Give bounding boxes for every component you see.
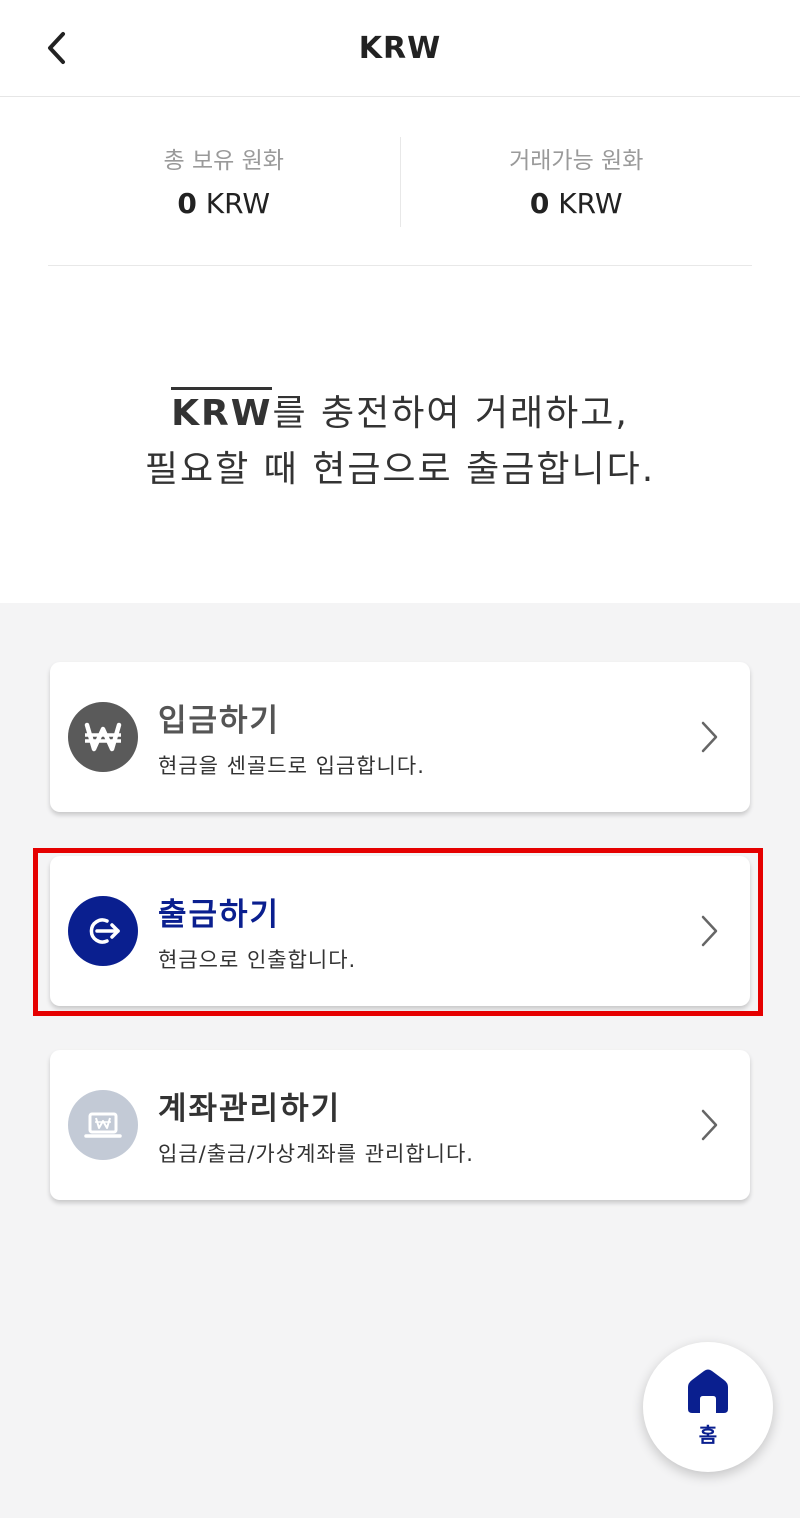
home-button[interactable]: 홈 [643, 1342, 773, 1472]
withdraw-text: 출금하기 현금으로 인출합니다. [158, 889, 356, 974]
balance-summary: 총 보유 원화 0 KRW 거래가능 원화 0 KRW [48, 137, 752, 227]
chevron-left-icon [48, 32, 65, 64]
withdraw-title: 출금하기 [158, 896, 281, 933]
tradable-balance: 거래가능 원화 0 KRW [401, 137, 753, 227]
deposit-icon-circle [68, 702, 138, 772]
chevron-right-icon [701, 915, 718, 947]
account-manage-subtitle: 입금/출금/가상계좌를 관리합니다. [158, 1141, 474, 1166]
total-balance-value: 0 KRW [48, 187, 400, 220]
app-header: KRW [0, 0, 800, 97]
chevron-right-icon [701, 1109, 718, 1141]
won-icon [84, 722, 122, 752]
withdraw-icon-circle [68, 896, 138, 966]
total-balance-label: 총 보유 원화 [163, 148, 284, 174]
home-label: 홈 [698, 1422, 718, 1447]
intro-message: KRW를 충전하여 거래하고, 필요할 때 현금으로 출금합니다. [0, 386, 800, 498]
section-divider [48, 265, 752, 266]
tradable-balance-unit: KRW [558, 187, 623, 220]
total-balance: 총 보유 원화 0 KRW [48, 137, 400, 227]
chevron-right-icon [701, 721, 718, 753]
deposit-card[interactable]: 입금하기 현금을 센골드로 입금합니다. [50, 662, 750, 812]
tradable-balance-value: 0 KRW [401, 187, 753, 220]
deposit-title: 입금하기 [158, 702, 281, 739]
deposit-text: 입금하기 현금을 센골드로 입금합니다. [158, 695, 425, 780]
account-icon-circle [68, 1090, 138, 1160]
withdraw-arrow-icon [89, 918, 120, 944]
intro-line-1: KRW를 충전하여 거래하고, [0, 386, 800, 442]
page-title: KRW [358, 30, 442, 66]
total-balance-amount: 0 [177, 187, 197, 220]
intro-line-2: 필요할 때 현금으로 출금합니다. [144, 449, 656, 490]
deposit-subtitle: 현금을 센골드로 입금합니다. [158, 753, 425, 778]
action-cards: 입금하기 현금을 센골드로 입금합니다. 출금하기 현금으로 인출합니다. 계좌… [50, 662, 750, 1244]
laptop-won-icon [84, 1112, 122, 1138]
back-button[interactable] [34, 26, 78, 70]
withdraw-card[interactable]: 출금하기 현금으로 인출합니다. [50, 856, 750, 1006]
account-manage-card[interactable]: 계좌관리하기 입금/출금/가상계좌를 관리합니다. [50, 1050, 750, 1200]
account-manage-title: 계좌관리하기 [158, 1090, 342, 1127]
tradable-balance-amount: 0 [529, 187, 550, 220]
top-section: KRW 총 보유 원화 0 KRW 거래가능 원화 0 KRW KRW를 충전하… [0, 0, 800, 603]
home-icon [688, 1369, 728, 1413]
intro-krw: KRW [171, 387, 273, 436]
withdraw-subtitle: 현금으로 인출합니다. [158, 947, 357, 972]
tradable-balance-label: 거래가능 원화 [509, 148, 644, 174]
account-manage-text: 계좌관리하기 입금/출금/가상계좌를 관리합니다. [158, 1083, 474, 1168]
total-balance-unit: KRW [205, 187, 271, 220]
intro-line-1-rest: 를 충전하여 거래하고, [272, 393, 629, 434]
